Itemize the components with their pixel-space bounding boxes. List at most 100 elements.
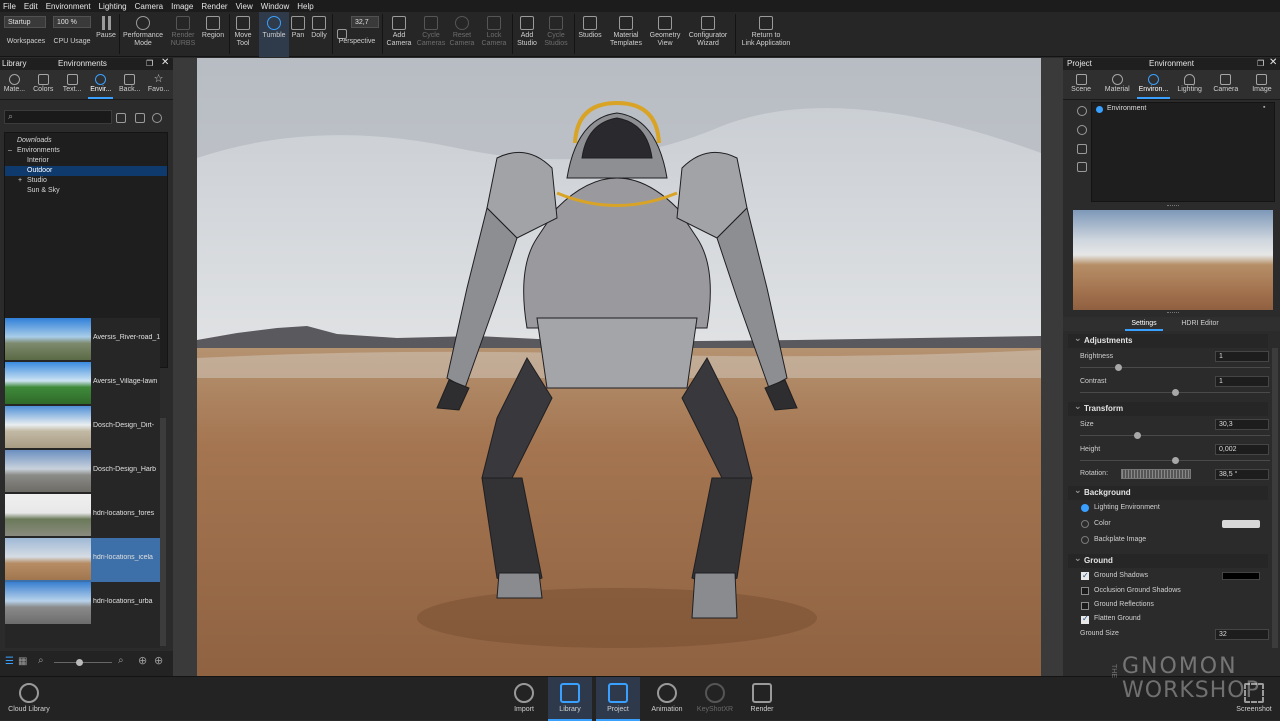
zoom-in-icon[interactable]: ⌕	[118, 655, 124, 666]
list-item[interactable]: hdri-locations_icela	[5, 538, 160, 582]
list-item[interactable]: Aversis_River-road_1	[5, 318, 160, 362]
tab-lighting[interactable]: Lighting	[1172, 70, 1208, 99]
brightness-slider-knob[interactable]	[1115, 364, 1122, 371]
brightness-field[interactable]: 1	[1215, 351, 1269, 362]
tumble-button[interactable]: Tumble	[259, 12, 289, 57]
material-templates-button[interactable]: Material Templates	[606, 12, 646, 57]
move-tool-button[interactable]: Move Tool	[231, 12, 255, 57]
list-item[interactable]: Aversis_Village-lawn	[5, 362, 160, 406]
pause-button[interactable]: Pause	[94, 12, 118, 57]
cloud-library-button[interactable]: Cloud Library	[4, 677, 54, 721]
size-slider-knob[interactable]	[1134, 432, 1141, 439]
brightness-slider[interactable]	[1080, 367, 1270, 368]
tab-materials[interactable]: Mate...	[0, 70, 29, 99]
library-search-input[interactable]: ⌕	[4, 110, 112, 124]
tab-textures[interactable]: Text...	[58, 70, 87, 99]
trash-icon[interactable]	[1077, 162, 1087, 172]
screenshot-button[interactable]: Screenshot	[1230, 677, 1278, 721]
tab-backplates[interactable]: Back...	[115, 70, 144, 99]
splitter-handle[interactable]	[1167, 312, 1179, 314]
add-studio-button[interactable]: Add Studio	[514, 12, 540, 57]
contrast-slider-knob[interactable]	[1172, 389, 1179, 396]
render-nurbs-button[interactable]: Render NURBS	[168, 12, 198, 57]
splitter-handle[interactable]	[1167, 205, 1179, 207]
tab-favorites[interactable]: ☆ Favo...	[144, 70, 173, 99]
menu-window[interactable]: Window	[261, 2, 289, 11]
list-item[interactable]: hdri-locations_fores	[5, 494, 160, 538]
upload-icon[interactable]: ⊕	[138, 654, 147, 667]
contrast-field[interactable]: 1	[1215, 376, 1269, 387]
tab-image[interactable]: Image	[1244, 70, 1280, 99]
refresh-icon[interactable]	[152, 113, 162, 123]
tab-colors[interactable]: Colors	[29, 70, 58, 99]
menu-lighting[interactable]: Lighting	[99, 2, 127, 11]
tree-item-sun-sky[interactable]: Sun & Sky	[5, 186, 167, 196]
tab-material[interactable]: Material	[1099, 70, 1135, 99]
tree-item-interior[interactable]: Interior	[5, 156, 167, 166]
lock-icon[interactable]: ▪	[1263, 104, 1265, 111]
environment-item[interactable]: Environment	[1107, 105, 1146, 112]
list-view-icon[interactable]: ☰	[5, 656, 14, 667]
configurator-wizard-button[interactable]: Configurator Wizard	[685, 12, 731, 57]
ground-header[interactable]: Ground	[1068, 551, 1268, 568]
tab-camera[interactable]: Camera	[1208, 70, 1244, 99]
library-scrollbar[interactable]	[160, 418, 166, 646]
keyshotxr-button[interactable]: KeyShotXR	[692, 677, 738, 721]
render-viewport[interactable]	[197, 58, 1041, 676]
tab-hdri-editor[interactable]: HDRI Editor	[1175, 317, 1225, 331]
close-icon[interactable]: ✕	[1269, 57, 1277, 69]
region-button[interactable]: Region	[199, 12, 227, 57]
adjustments-header[interactable]: Adjustments	[1068, 331, 1268, 348]
grid-view-icon[interactable]: ▦	[18, 656, 27, 667]
render-button[interactable]: Render	[742, 677, 782, 721]
background-color-swatch[interactable]	[1222, 520, 1260, 528]
height-field[interactable]: 0,002	[1215, 444, 1269, 455]
geometry-view-button[interactable]: Geometry View	[647, 12, 683, 57]
perspective-button[interactable]: Perspective	[334, 38, 380, 50]
collapse-icon[interactable]: –	[8, 146, 12, 156]
menu-image[interactable]: Image	[171, 2, 193, 11]
close-icon[interactable]: ✕	[161, 57, 169, 69]
rotation-dial[interactable]	[1121, 469, 1191, 479]
menu-help[interactable]: Help	[297, 2, 313, 11]
workspace-select[interactable]: Startup	[4, 16, 46, 28]
tree-item-studio[interactable]: + Studio	[5, 176, 167, 186]
menu-file[interactable]: File	[3, 2, 16, 11]
size-field[interactable]: 30,3	[1215, 419, 1269, 430]
tree-item-environments[interactable]: – Environments	[5, 146, 167, 156]
thumbnail-size-slider[interactable]	[54, 662, 112, 663]
tab-scene[interactable]: Scene	[1063, 70, 1099, 99]
add-environment-icon[interactable]	[1077, 106, 1087, 116]
background-header[interactable]: Background	[1068, 483, 1268, 500]
undock-icon[interactable]: ❐	[146, 58, 153, 70]
lock-camera-button[interactable]: Lock Camera	[479, 12, 509, 57]
menu-environment[interactable]: Environment	[46, 2, 91, 11]
reset-camera-button[interactable]: Reset Camera	[447, 12, 477, 57]
transform-header[interactable]: Transform	[1068, 399, 1268, 416]
tab-settings[interactable]: Settings	[1125, 317, 1163, 331]
studios-button[interactable]: Studios	[576, 12, 604, 57]
radio-backplate-image[interactable]: Backplate Image	[1068, 532, 1268, 548]
return-to-link-button[interactable]: Return to Link Application	[738, 12, 794, 57]
undock-icon[interactable]: ❐	[1257, 58, 1264, 70]
menu-view[interactable]: View	[236, 2, 253, 11]
animation-button[interactable]: Animation	[644, 677, 690, 721]
import-button[interactable]: Import	[505, 677, 543, 721]
project-button[interactable]: Project	[596, 677, 640, 721]
list-item[interactable]: Dosch-Design_Dirt-	[5, 406, 160, 450]
expand-icon[interactable]: +	[18, 176, 22, 186]
size-slider[interactable]	[1080, 435, 1270, 436]
rotation-field[interactable]: 38,5 °	[1215, 469, 1269, 480]
zoom-out-icon[interactable]: ⌕	[38, 655, 44, 666]
fov-field[interactable]: 32,7	[351, 16, 379, 28]
folder-add-icon[interactable]	[116, 113, 126, 123]
download-icon[interactable]: ⊕	[154, 654, 163, 667]
shadow-color-swatch[interactable]	[1222, 572, 1260, 580]
checkbox-occlusion-ground-shadows[interactable]: Occlusion Ground Shadows	[1068, 583, 1268, 598]
cycle-studios-button[interactable]: Cycle Studios	[541, 12, 571, 57]
list-item[interactable]: hdri-locations_urba	[5, 582, 160, 626]
menu-camera[interactable]: Camera	[135, 2, 163, 11]
tree-item-downloads[interactable]: Downloads	[5, 136, 167, 146]
library-button[interactable]: Library	[548, 677, 592, 721]
radio-lighting-environment[interactable]: Lighting Environment	[1068, 500, 1268, 516]
